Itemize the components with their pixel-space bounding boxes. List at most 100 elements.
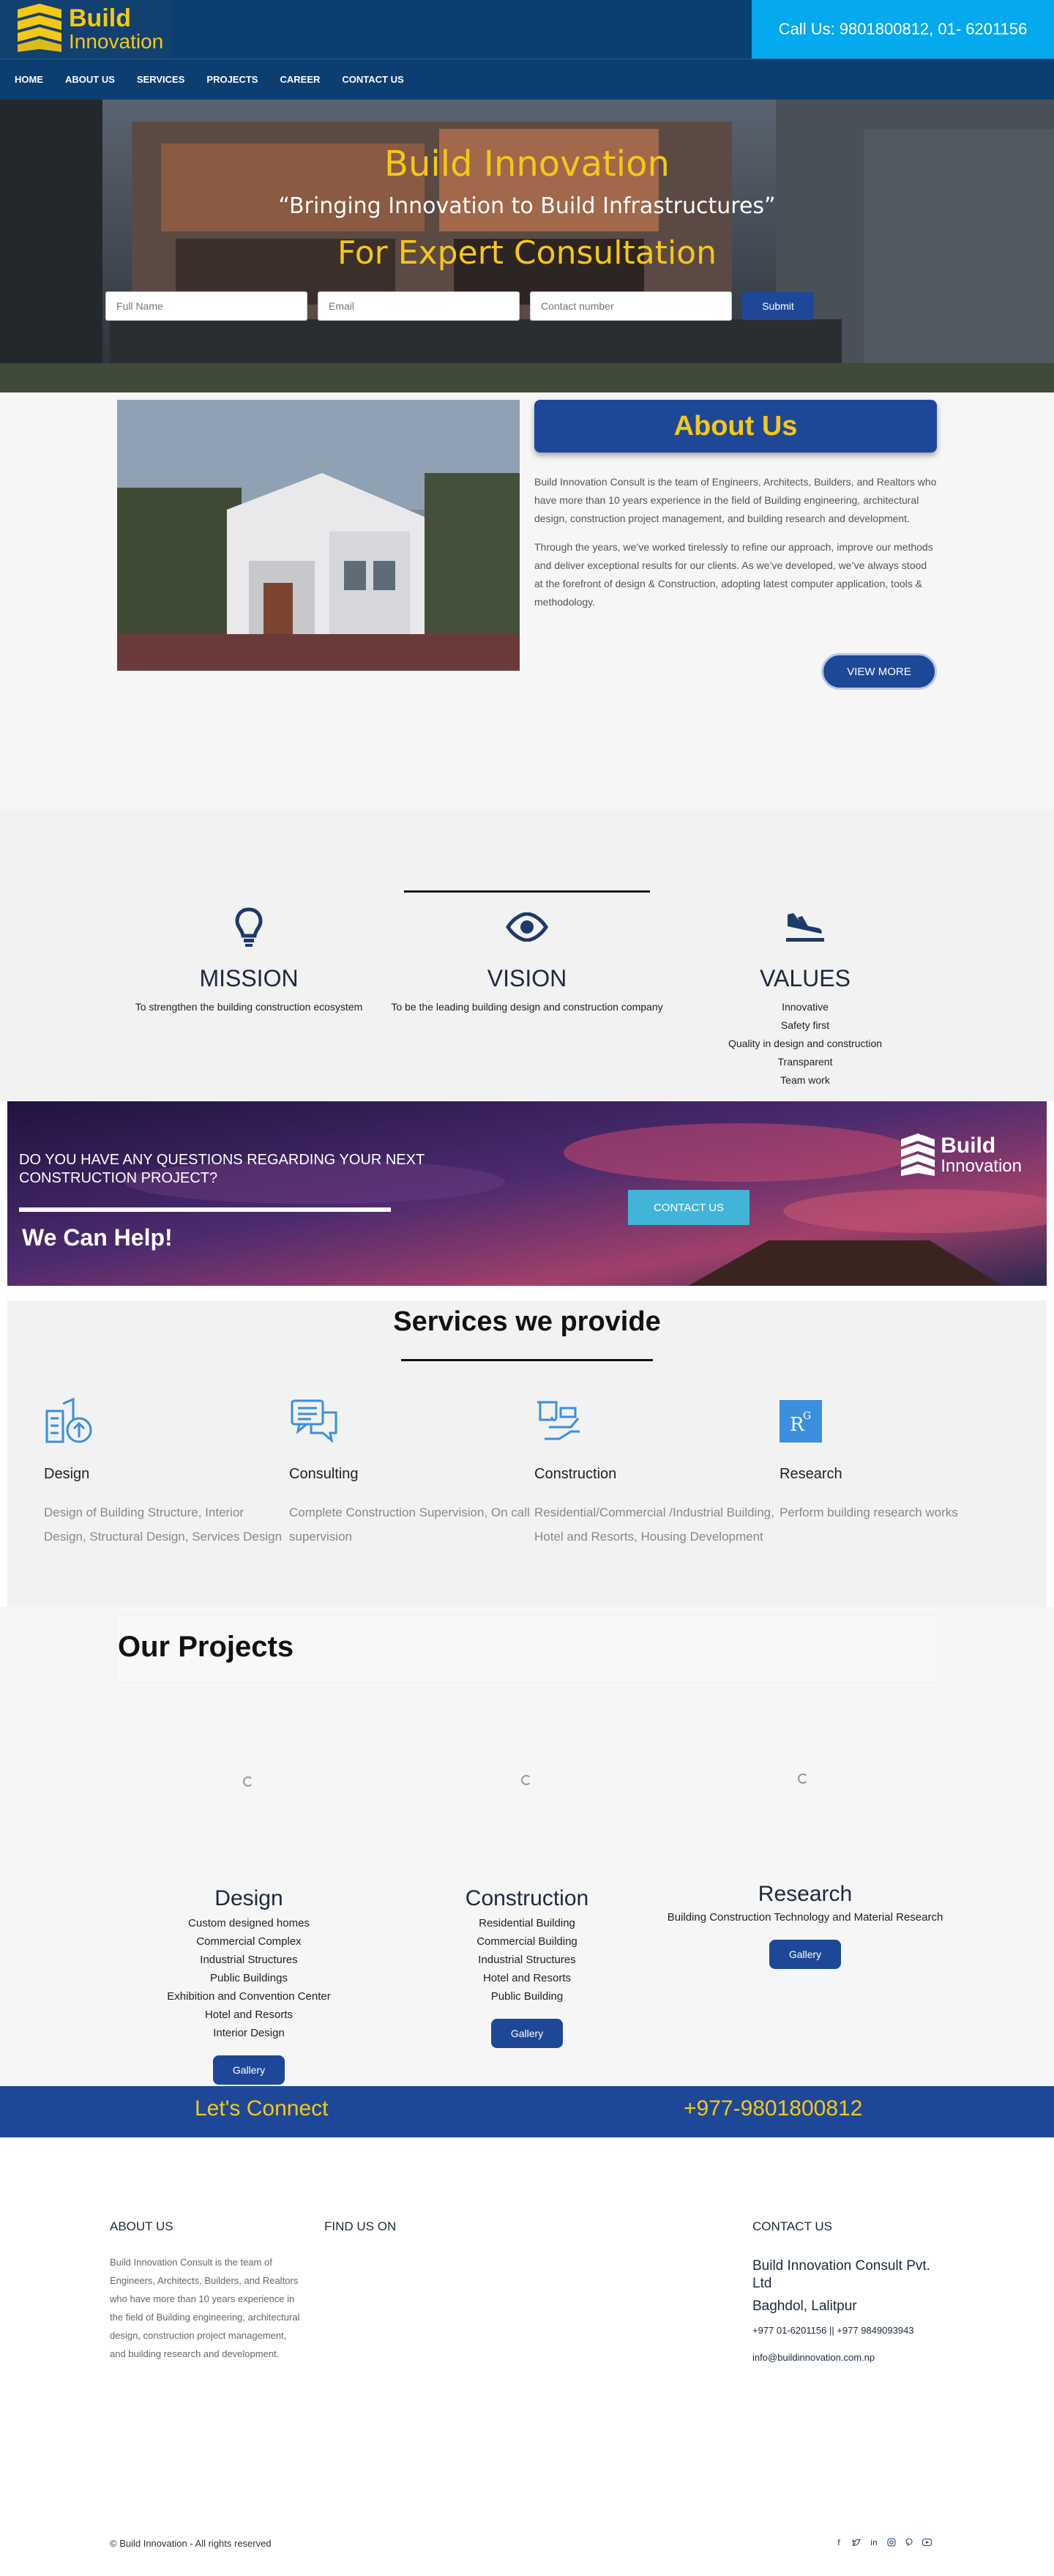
service-construction: Construction Residential/Commercial /Ind… [534, 1396, 776, 1549]
about-paragraph-1: Build Innovation Consult is the team of … [534, 476, 937, 524]
list-item: Exhibition and Convention Center [167, 1990, 331, 2003]
nav-contact-us[interactable]: CONTACT US [342, 74, 403, 85]
vision-text: To be the leading building design and co… [391, 1001, 663, 1013]
connect-label: Let's Connect [195, 2096, 329, 2121]
linkedin-icon[interactable]: in [868, 2536, 880, 2548]
section-divider [404, 890, 650, 893]
lightbulb-icon [110, 905, 388, 949]
brand-name: Build Innovation [69, 6, 163, 53]
view-more-button[interactable]: VIEW MORE [821, 653, 937, 690]
loading-spinner-icon [798, 1773, 808, 1784]
banner-brand-line2: Innovation [941, 1156, 1022, 1176]
logo-icon [901, 1133, 935, 1176]
footer: ABOUT US Build Innovation Consult is the… [0, 2137, 1054, 2560]
help-banner: DO YOU HAVE ANY QUESTIONS REGARDING YOUR… [7, 1101, 1047, 1286]
brand-logo[interactable]: Build Innovation [0, 0, 173, 59]
instagram-icon[interactable] [886, 2536, 897, 2548]
project-title: Construction [465, 1886, 589, 1910]
projects-section: Our Projects Design Custom designed home… [0, 1607, 1054, 2086]
service-title: Consulting [289, 1466, 359, 1482]
submit-button[interactable]: Submit [742, 292, 814, 320]
list-item: Industrial Structures [200, 1954, 298, 1966]
loading-spinner-icon [521, 1775, 531, 1785]
connect-bar: Let's Connect +977-9801800812 [0, 2086, 1054, 2137]
list-item: Public Buildings [210, 1972, 288, 1984]
hero-title: Build Innovation [384, 144, 670, 185]
twitter-icon[interactable] [851, 2536, 862, 2548]
footer-find-heading: FIND US ON [324, 2219, 397, 2233]
project-design: Design Custom designed homes Commercial … [110, 1886, 388, 2085]
footer-about: ABOUT US Build Innovation Consult is the… [110, 2219, 300, 2363]
sunset-background-image [7, 1101, 1047, 1286]
email-input[interactable] [318, 291, 520, 321]
help-question: DO YOU HAVE ANY QUESTIONS REGARDING YOUR… [19, 1152, 425, 1186]
about-content: About Us Build Innovation Consult is the… [534, 400, 937, 611]
list-item: Residential Building [479, 1917, 575, 1929]
list-item: Custom designed homes [188, 1917, 310, 1929]
banner-logo: Build Innovation [898, 1133, 1022, 1177]
nav-about-us[interactable]: ABOUT US [65, 74, 115, 85]
loading-spinner-icon [243, 1776, 253, 1787]
values-title: VALUES [760, 965, 851, 991]
topbar: Build Innovation Call Us: 9801800812, 01… [0, 0, 1054, 59]
youtube-icon[interactable] [921, 2536, 932, 2548]
mission-title: MISSION [199, 965, 299, 991]
list-item: Public Building [490, 1990, 564, 2003]
company-email[interactable]: info@buildinnovation.com.np [752, 2352, 950, 2363]
company-phones[interactable]: +977 01-6201156 || +977 9849093943 [752, 2325, 950, 2336]
service-title: Design [44, 1466, 90, 1482]
project-description: Building Construction Technology and Mat… [667, 1911, 943, 1924]
plane-landing-icon [666, 905, 944, 949]
footer-contact-heading: CONTACT US [752, 2219, 832, 2233]
connect-phone[interactable]: +977-9801800812 [684, 2096, 862, 2121]
mission-vision-values-section: MISSION To strengthen the building const… [0, 810, 1054, 1101]
service-text: Complete Construction Supervision, On ca… [289, 1505, 530, 1544]
value-item: Innovative [782, 1001, 829, 1013]
projects-header: Our Projects [116, 1615, 938, 1683]
project-list: Residential Building Commercial Building… [388, 1914, 666, 2006]
nav-home[interactable]: HOME [15, 74, 43, 85]
service-research: R G Research Perform building research w… [780, 1396, 1021, 1525]
value-item: Team work [780, 1074, 830, 1086]
full-name-input[interactable] [105, 291, 307, 321]
contact-number-input[interactable] [530, 291, 732, 321]
hero-subtitle: “Bringing Innovation to Build Infrastruc… [278, 193, 776, 219]
services-divider [401, 1359, 653, 1361]
project-title: Design [214, 1886, 283, 1910]
project-list: Custom designed homes Commercial Complex… [110, 1914, 388, 2042]
service-text: Perform building research works [780, 1505, 958, 1519]
construction-gallery-button[interactable]: Gallery [491, 2019, 563, 2048]
services-heading: Services we provide [393, 1306, 661, 1337]
project-construction: Construction Residential Building Commer… [388, 1886, 666, 2048]
value-item: Quality in design and construction [728, 1038, 883, 1049]
about-house-image [117, 400, 520, 671]
pinterest-icon[interactable] [903, 2536, 915, 2548]
nav-career[interactable]: CAREER [280, 74, 320, 85]
footer-find-us: FIND US ON [324, 2219, 396, 2234]
company-name: Build Innovation Consult Pvt. Ltd [752, 2258, 930, 2291]
facebook-icon[interactable]: f [833, 2536, 845, 2548]
svg-text:G: G [803, 1410, 811, 1422]
help-tagline: We Can Help! [22, 1224, 173, 1251]
vision-title: VISION [487, 965, 567, 991]
social-links: f in [833, 2536, 932, 2548]
brand-name-line2: Innovation [69, 30, 164, 53]
contact-us-button[interactable]: CONTACT US [628, 1190, 750, 1225]
footer-contact: CONTACT US Build Innovation Consult Pvt.… [752, 2219, 950, 2363]
nav-services[interactable]: SERVICES [137, 74, 185, 85]
mission-text: To strengthen the building construction … [135, 1001, 363, 1013]
service-text: Design of Building Structure, Interior D… [44, 1505, 283, 1544]
nav-projects[interactable]: PROJECTS [206, 74, 258, 85]
value-item: Transparent [777, 1056, 833, 1068]
construction-crane-icon [534, 1396, 776, 1447]
call-us-banner[interactable]: Call Us: 9801800812, 01- 6201156 [752, 0, 1054, 59]
service-consulting: Consulting Complete Construction Supervi… [289, 1396, 531, 1549]
design-gallery-button[interactable]: Gallery [213, 2055, 285, 2085]
help-divider [19, 1207, 391, 1212]
service-title: Construction [534, 1466, 617, 1482]
services-section: Services we provide Design Design of Bui… [7, 1300, 1047, 1607]
research-gallery-button[interactable]: Gallery [769, 1940, 841, 1969]
vision-column: VISION To be the leading building design… [388, 905, 666, 1016]
project-research: Research Building Construction Technolog… [666, 1882, 944, 1969]
about-heading: About Us [534, 400, 937, 453]
